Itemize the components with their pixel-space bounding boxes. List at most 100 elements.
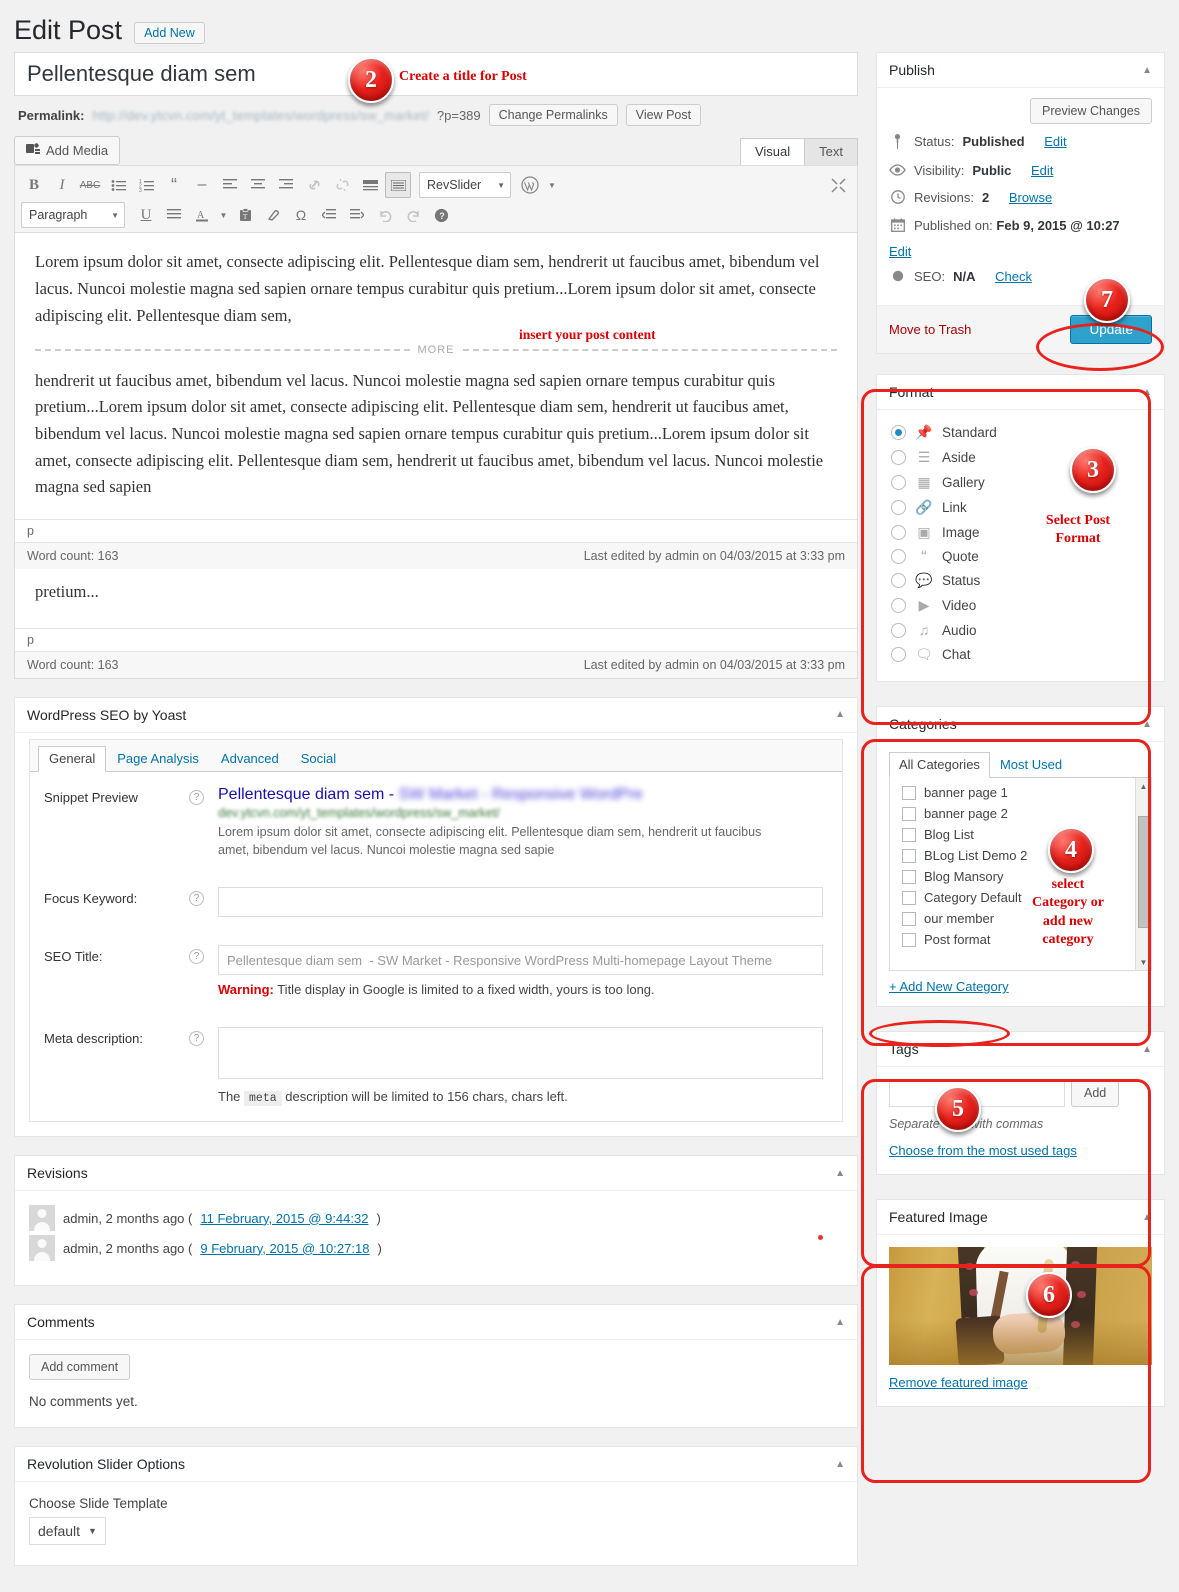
fullscreen-icon[interactable]: [825, 172, 851, 198]
underline-icon[interactable]: U: [133, 202, 159, 228]
radio-gallery[interactable]: [891, 475, 906, 491]
redo-icon[interactable]: [400, 202, 426, 228]
visibility-edit-link[interactable]: Edit: [1031, 163, 1053, 178]
view-post-button[interactable]: View Post: [625, 104, 702, 127]
radio-standard[interactable]: [891, 425, 906, 441]
checkbox-blog-list[interactable]: [902, 827, 916, 842]
radio-chat[interactable]: [891, 647, 906, 663]
bold-icon[interactable]: B: [21, 172, 47, 198]
add-media-button[interactable]: Add Media: [14, 136, 121, 166]
special-character-icon[interactable]: Ω: [288, 202, 314, 228]
chevron-up-icon[interactable]: ▲: [1142, 65, 1152, 76]
strikethrough-icon[interactable]: ABC: [77, 172, 103, 198]
change-permalinks-button[interactable]: Change Permalinks: [488, 104, 618, 127]
format-option-gallery[interactable]: ▦ Gallery: [891, 470, 1150, 495]
text-color-chevron-icon[interactable]: ▼: [217, 202, 230, 228]
tags-add-button[interactable]: Add: [1071, 1079, 1120, 1108]
status-edit-link[interactable]: Edit: [1044, 134, 1066, 149]
checkbox-post-format[interactable]: [902, 932, 916, 947]
format-option-status[interactable]: 💬 Status: [891, 568, 1150, 593]
tags-input[interactable]: [889, 1079, 1065, 1108]
help-icon[interactable]: ?: [189, 1031, 204, 1047]
paragraph-style-select[interactable]: Paragraph ▼: [21, 202, 125, 229]
undo-icon[interactable]: [372, 202, 398, 228]
horizontal-rule-icon[interactable]: –: [189, 172, 215, 198]
clear-formatting-icon[interactable]: [260, 202, 286, 228]
radio-aside[interactable]: [891, 450, 906, 466]
text-color-icon[interactable]: A: [189, 202, 215, 228]
scroll-up-icon[interactable]: ▲: [1136, 778, 1151, 794]
tab-visual[interactable]: Visual: [739, 138, 806, 166]
categories-scrollbar[interactable]: ▲ ▼: [1135, 778, 1151, 971]
paste-as-text-icon[interactable]: T: [232, 202, 258, 228]
move-to-trash-link[interactable]: Move to Trash: [889, 322, 971, 337]
help-icon[interactable]: ?: [189, 891, 204, 907]
indent-icon[interactable]: [344, 202, 370, 228]
yoast-tab-advanced[interactable]: Advanced: [210, 746, 290, 771]
meta-description-textarea[interactable]: [218, 1027, 823, 1080]
yoast-tab-social[interactable]: Social: [290, 746, 347, 771]
checkbox-our-member[interactable]: [902, 911, 916, 926]
insert-link-icon[interactable]: [301, 172, 327, 198]
choose-most-used-tags-link[interactable]: Choose from the most used tags: [889, 1143, 1077, 1158]
help-icon[interactable]: ?: [189, 949, 204, 965]
format-option-image[interactable]: ▣ Image: [891, 520, 1150, 545]
format-option-standard[interactable]: 📌 Standard: [891, 420, 1150, 445]
add-comment-button[interactable]: Add comment: [29, 1354, 131, 1381]
chevron-up-icon[interactable]: ▲: [835, 709, 845, 720]
radio-image[interactable]: [891, 525, 906, 541]
slide-template-select[interactable]: default ▼: [29, 1517, 106, 1546]
toggle-toolbar-icon[interactable]: [385, 172, 411, 199]
chevron-up-icon[interactable]: ▲: [1142, 387, 1152, 398]
add-new-button[interactable]: Add New: [134, 22, 205, 45]
remove-featured-image-link[interactable]: Remove featured image: [889, 1375, 1028, 1390]
wordpress-logo-icon[interactable]: [517, 172, 543, 198]
align-center-icon[interactable]: [245, 172, 271, 198]
checkbox-banner-page-1[interactable]: [902, 785, 916, 800]
format-option-link[interactable]: 🔗 Link: [891, 495, 1150, 520]
revision-link-1[interactable]: 11 February, 2015 @ 9:44:32: [200, 1211, 368, 1226]
chevron-up-icon[interactable]: ▲: [1142, 1044, 1152, 1055]
format-option-chat[interactable]: 🗨 Chat: [891, 642, 1150, 667]
seo-check-link[interactable]: Check: [995, 269, 1032, 284]
preview-changes-button[interactable]: Preview Changes: [1030, 98, 1152, 125]
scroll-down-icon[interactable]: ▼: [1136, 954, 1151, 970]
blockquote-icon[interactable]: “: [161, 172, 187, 198]
bulleted-list-icon[interactable]: [105, 172, 131, 198]
update-button[interactable]: Update: [1070, 315, 1152, 345]
radio-link[interactable]: [891, 500, 906, 516]
radio-quote[interactable]: [891, 549, 906, 565]
align-right-icon[interactable]: [273, 172, 299, 198]
tab-text[interactable]: Text: [804, 138, 858, 166]
revision-link-2[interactable]: 9 February, 2015 @ 10:27:18: [200, 1241, 369, 1256]
outdent-icon[interactable]: [316, 202, 342, 228]
seo-title-input[interactable]: [218, 945, 823, 976]
chevron-up-icon[interactable]: ▲: [835, 1459, 845, 1470]
categories-list[interactable]: banner page 1 banner page 2 Blog List BL…: [889, 778, 1152, 972]
yoast-tab-general[interactable]: General: [38, 745, 107, 772]
chevron-up-icon[interactable]: ▲: [1142, 719, 1152, 730]
radio-video[interactable]: [891, 598, 906, 614]
chevron-up-icon[interactable]: ▲: [835, 1317, 845, 1328]
keyboard-shortcuts-help-icon[interactable]: ?: [428, 202, 454, 228]
numbered-list-icon[interactable]: 123: [133, 172, 159, 198]
checkbox-category-default[interactable]: [902, 890, 916, 905]
chevron-up-icon[interactable]: ▲: [835, 1168, 845, 1179]
checkbox-blog-mansory[interactable]: [902, 869, 916, 884]
format-option-video[interactable]: ▶ Video: [891, 593, 1150, 618]
add-new-category-link[interactable]: + Add New Category: [889, 979, 1009, 994]
featured-image-thumbnail[interactable]: [889, 1247, 1152, 1366]
published-on-edit-link[interactable]: Edit: [889, 244, 1152, 259]
tab-most-used[interactable]: Most Used: [990, 752, 1072, 777]
italic-icon[interactable]: I: [49, 172, 75, 198]
radio-audio[interactable]: [891, 622, 906, 638]
help-icon[interactable]: ?: [189, 789, 204, 805]
tab-all-categories[interactable]: All Categories: [889, 752, 990, 779]
wordpress-chevron-icon[interactable]: ▼: [545, 172, 559, 198]
yoast-tab-page-analysis[interactable]: Page Analysis: [106, 746, 210, 771]
editor-body[interactable]: Lorem ipsum dolor sit amet, consecte adi…: [15, 233, 857, 519]
revslider-select[interactable]: RevSlider ▼: [419, 172, 511, 199]
format-option-aside[interactable]: ☰ Aside: [891, 445, 1150, 470]
justify-icon[interactable]: [161, 202, 187, 228]
radio-status[interactable]: [891, 573, 906, 589]
